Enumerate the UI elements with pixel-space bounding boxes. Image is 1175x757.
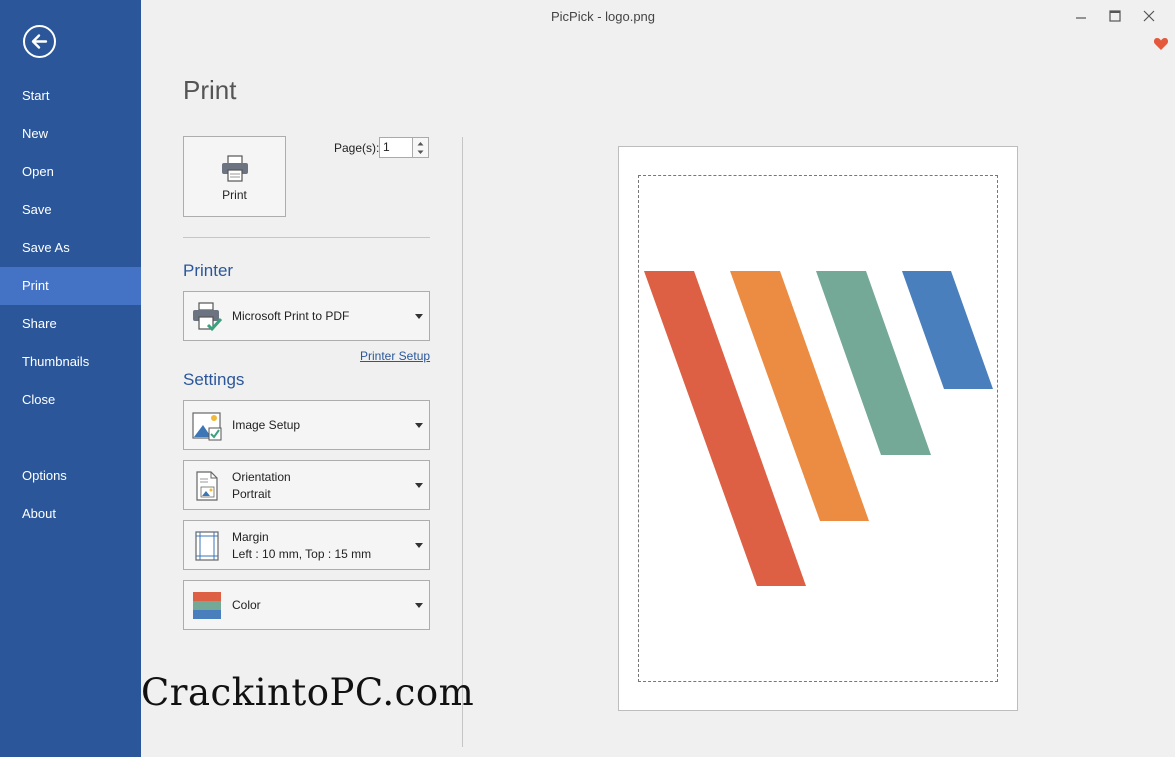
logo-stripe-blue — [902, 271, 993, 389]
image-setup-label: Image Setup — [232, 418, 301, 432]
printer-pdf-icon — [193, 302, 223, 332]
heart-icon[interactable] — [1153, 36, 1169, 52]
image-setup-dropdown[interactable]: Image Setup — [183, 400, 430, 450]
watermark-text: CrackintoPC.com — [141, 671, 475, 714]
sidebar-item-open[interactable]: Open — [0, 153, 141, 191]
spinner-up-icon[interactable] — [413, 139, 428, 148]
orientation-label: Orientation — [232, 470, 291, 484]
sidebar-item-save[interactable]: Save — [0, 191, 141, 229]
vertical-divider — [462, 137, 463, 747]
image-setup-icon — [192, 412, 222, 441]
chevron-down-icon — [415, 314, 423, 319]
orientation-icon — [196, 471, 218, 501]
backstage-sidebar: Start New Open Save Save As Print Share … — [0, 0, 141, 757]
arrow-left-icon — [31, 34, 48, 49]
pages-spinner[interactable] — [412, 137, 429, 158]
orientation-value: Portrait — [232, 487, 271, 501]
color-label: Color — [232, 598, 261, 612]
orientation-dropdown[interactable]: Orientation Portrait — [183, 460, 430, 510]
sidebar-item-options[interactable]: Options — [0, 457, 141, 495]
margin-icon — [195, 531, 219, 561]
chevron-down-icon — [415, 603, 423, 608]
sidebar-item-save-as[interactable]: Save As — [0, 229, 141, 267]
chevron-down-icon — [415, 423, 423, 428]
sidebar-item-new[interactable]: New — [0, 115, 141, 153]
pages-label: Page(s): — [334, 141, 380, 155]
printer-selected: Microsoft Print to PDF — [232, 309, 350, 323]
chevron-down-icon — [415, 543, 423, 548]
margin-value: Left : 10 mm, Top : 15 mm — [232, 547, 372, 561]
minimize-icon[interactable] — [1071, 6, 1091, 26]
pages-input[interactable]: 1 — [379, 137, 413, 158]
sidebar-item-share[interactable]: Share — [0, 305, 141, 343]
sidebar-item-start[interactable]: Start — [0, 77, 141, 115]
chevron-down-icon — [415, 483, 423, 488]
spinner-down-icon[interactable] — [413, 148, 428, 157]
margin-dropdown[interactable]: Margin Left : 10 mm, Top : 15 mm — [183, 520, 430, 570]
back-button[interactable] — [23, 25, 56, 58]
print-button[interactable]: Print — [183, 136, 286, 217]
color-icon — [193, 592, 221, 619]
margin-label: Margin — [232, 530, 269, 544]
printer-section-title: Printer — [183, 261, 234, 280]
sidebar-item-close[interactable]: Close — [0, 381, 141, 419]
print-button-label: Print — [222, 188, 247, 202]
sidebar-item-thumbnails[interactable]: Thumbnails — [0, 343, 141, 381]
page-title: Print — [183, 75, 237, 105]
picpick-logo-image — [644, 271, 993, 586]
printer-icon — [222, 155, 248, 182]
sidebar-item-print[interactable]: Print — [0, 267, 141, 305]
maximize-icon[interactable] — [1105, 6, 1125, 26]
window-title: PicPick - logo.png — [550, 9, 656, 24]
settings-section-title: Settings — [183, 370, 245, 389]
close-icon[interactable] — [1139, 6, 1159, 26]
printer-dropdown[interactable]: Microsoft Print to PDF — [183, 291, 430, 341]
divider — [183, 237, 430, 238]
color-dropdown[interactable]: Color — [183, 580, 430, 630]
print-preview-page — [618, 146, 1018, 711]
printer-setup-link[interactable]: Printer Setup — [360, 349, 430, 363]
sidebar-item-about[interactable]: About — [0, 495, 141, 533]
